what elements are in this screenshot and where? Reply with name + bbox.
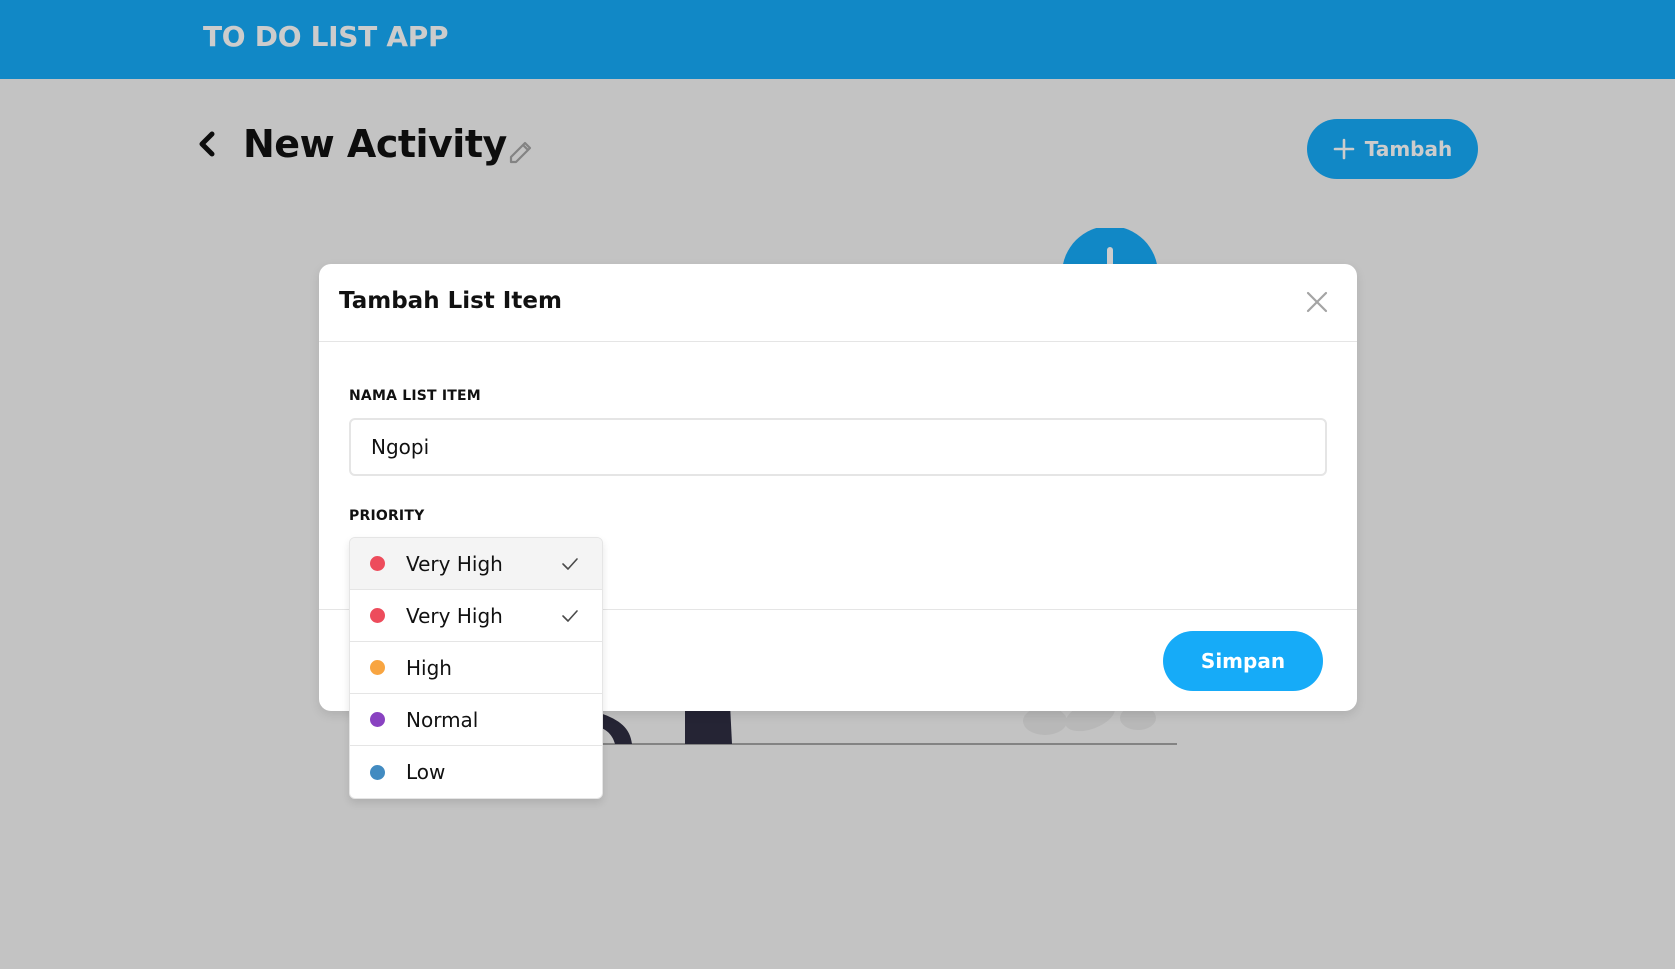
priority-option-high[interactable]: High <box>350 642 602 694</box>
priority-option-label: High <box>406 655 452 680</box>
priority-color-dot <box>370 764 385 780</box>
header-overlay <box>0 0 1675 79</box>
close-icon <box>1306 291 1328 313</box>
priority-option-very-high[interactable]: Very High <box>350 590 602 642</box>
check-icon <box>562 610 578 622</box>
priority-option-normal[interactable]: Normal <box>350 694 602 746</box>
name-field-label: NAMA LIST ITEM <box>349 388 481 404</box>
priority-dropdown[interactable]: Very High Very High High Normal Low <box>349 537 603 799</box>
priority-option-label: Very High <box>406 603 503 628</box>
check-icon <box>562 558 578 570</box>
list-item-name-input[interactable] <box>349 418 1327 476</box>
modal-header-divider <box>319 341 1357 342</box>
priority-option-label: Normal <box>406 707 479 732</box>
priority-color-dot <box>370 608 385 623</box>
priority-option-label: Low <box>406 760 446 784</box>
priority-option-low[interactable]: Low <box>350 746 602 798</box>
save-button[interactable]: Simpan <box>1163 631 1323 691</box>
priority-color-dot <box>370 712 385 727</box>
close-button[interactable] <box>1301 286 1333 318</box>
modal-title: Tambah List Item <box>339 288 562 314</box>
priority-field-label: PRIORITY <box>349 508 425 524</box>
priority-select-current[interactable]: Very High <box>350 538 602 590</box>
priority-color-dot <box>370 556 385 571</box>
priority-color-dot <box>370 660 385 675</box>
priority-selected-label: Very High <box>406 551 503 576</box>
